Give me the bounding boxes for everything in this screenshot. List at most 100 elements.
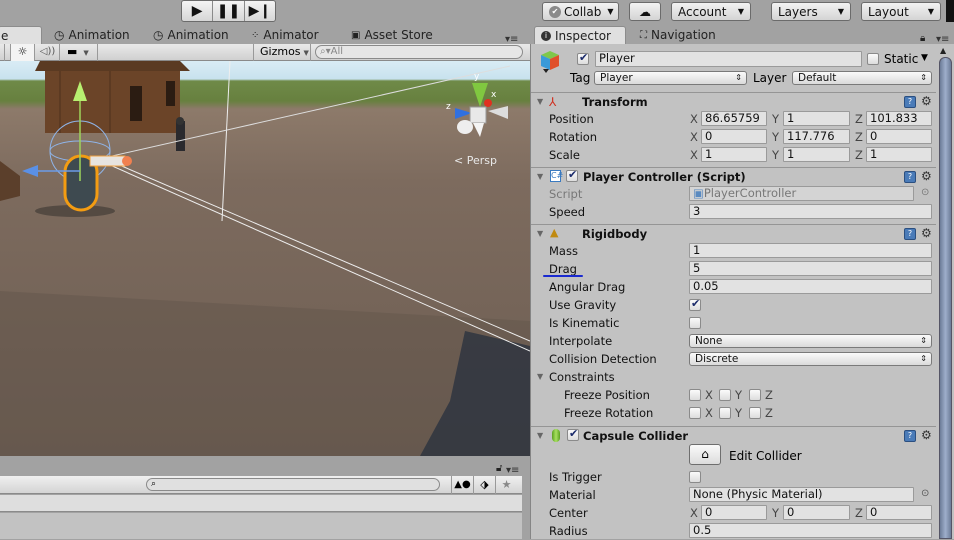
layout-dropdown[interactable]: Layout ▼ [861,2,941,21]
active-checkbox[interactable] [577,51,589,65]
account-dropdown[interactable]: Account ▼ [671,2,751,21]
tab-inspector[interactable]: i Inspector [534,26,626,44]
use-gravity-checkbox[interactable] [689,297,701,311]
filter-type-button[interactable]: ▲● [451,476,473,494]
play-button[interactable]: ▶ [182,1,214,21]
position-z-input[interactable]: 101.833 [866,111,932,126]
radius-input[interactable]: 0.5 [689,523,932,538]
help-icon[interactable]: ? [904,228,916,240]
rotation-y-input[interactable]: 117.776 [783,129,850,144]
freeze-rotation-z-checkbox[interactable] [749,407,761,419]
script-field[interactable]: ▣PlayerController [689,186,914,201]
player-controller-enabled-checkbox[interactable] [566,168,578,182]
rotation-z-input[interactable]: 0 [866,129,932,144]
tab-animation-1[interactable]: ◷ Animation [54,26,130,44]
gear-icon[interactable]: ⚙ [921,94,932,108]
lock-icon[interactable]: 🔓︎ [496,463,502,474]
collab-button[interactable]: ✔ Collab ▼ [542,2,619,21]
collapse-triangle-icon[interactable]: ▼ [537,431,543,440]
scale-z-input[interactable]: 1 [866,147,932,162]
freeze-position-y-checkbox[interactable] [719,389,731,401]
object-name-input[interactable]: Player [595,51,862,67]
step-button[interactable]: ▶❙ [245,1,275,21]
scrollbar-thumb[interactable] [939,57,952,539]
panel-menu-icon[interactable]: ▾≡ [506,465,519,476]
center-x-input[interactable]: 0 [701,505,767,520]
expand-triangle-icon[interactable]: ▼ [537,372,543,381]
center-z-input[interactable]: 0 [866,505,932,520]
edit-collider-label: Edit Collider [729,449,802,463]
gear-icon[interactable]: ⚙ [921,226,932,240]
collapse-triangle-icon[interactable]: ▼ [537,172,543,181]
speed-input[interactable]: 3 [689,204,932,219]
layers-dropdown[interactable]: Layers ▼ [771,2,851,21]
step-icon: ▶❙ [248,3,272,19]
perspective-toggle[interactable]: < Persp [454,154,497,167]
gizmos-dropdown[interactable]: Gizmos ▼ [253,44,311,61]
cloud-button[interactable]: ☁ [629,2,661,21]
audio-toggle[interactable]: ◁)) [36,44,60,61]
player-controller-header[interactable]: ▼ C# Player Controller (Script) ? ⚙ [531,167,937,185]
center-y-input[interactable]: 0 [783,505,850,520]
position-y-input[interactable]: 1 [783,111,850,126]
search-icon: ⌕▾ [320,46,331,57]
filter-label-button[interactable]: ⬗ [473,476,495,494]
angular-drag-input[interactable]: 0.05 [689,279,932,294]
effects-dropdown[interactable]: ▬ ▼ [62,44,98,61]
tab-navigation[interactable]: ⛶ Navigation [640,26,716,44]
transform-header[interactable]: ▼ ⅄ Transform ? ⚙ [531,92,937,110]
collapse-triangle-icon[interactable]: ▼ [537,97,543,106]
project-toolbar: ⌕ ▲● ⬗ ★ [0,476,522,494]
is-kinematic-checkbox[interactable] [689,317,701,329]
freeze-rotation-y-checkbox[interactable] [719,407,731,419]
tab-scene[interactable]: e [0,26,42,44]
object-picker-icon[interactable]: ⊙ [921,187,929,198]
rigidbody-header[interactable]: ▼ ▲ Rigidbody ? ⚙ [531,224,937,242]
constraints-row[interactable]: ▼ Constraints [531,368,937,386]
tab-asset-store[interactable]: ▣ Asset Store [351,26,433,44]
position-x-input[interactable]: 86.65759 [701,111,767,126]
collision-detection-dropdown[interactable]: Discrete [689,352,932,366]
edit-collider-button[interactable]: ⌂ [689,444,721,465]
tab-animator[interactable]: ⁘ Animator [251,26,319,44]
gear-icon[interactable]: ⚙ [921,428,932,442]
capsule-collider-header[interactable]: ▼ Capsule Collider ? ⚙ [531,426,937,444]
is-trigger-checkbox[interactable] [689,471,701,483]
tab-animation-2[interactable]: ◷ Animation [153,26,229,44]
object-picker-icon[interactable]: ⊙ [921,488,929,499]
tag-dropdown[interactable]: Player [594,71,747,85]
freeze-position-z-checkbox[interactable] [749,389,761,401]
scene-search-input[interactable]: ⌕▾All [315,45,523,59]
orientation-gizmo [455,83,508,137]
scene-viewport[interactable]: y x z < Persp [0,61,530,456]
scroll-up-arrow-icon[interactable]: ▲ [940,46,946,55]
static-dropdown-arrow[interactable]: ▼ [921,53,928,63]
lock-icon[interactable]: 🔒︎ [920,33,925,44]
check-circle-icon: ✔ [549,5,561,18]
favorites-button[interactable]: ★ [495,476,517,494]
mass-input[interactable]: 1 [689,243,932,258]
help-icon[interactable]: ? [904,430,916,442]
scale-y-input[interactable]: 1 [783,147,850,162]
layer-dropdown[interactable]: Default [792,71,932,85]
collapse-triangle-icon[interactable]: ▼ [537,229,543,238]
tag-label: Tag [570,71,591,85]
project-search-input[interactable]: ⌕ [146,478,440,491]
rotation-x-input[interactable]: 0 [701,129,767,144]
capsule-collider-enabled-checkbox[interactable] [567,427,579,441]
scale-row: Scale X1 Y1 Z1 [531,146,937,164]
freeze-position-x-checkbox[interactable] [689,389,701,401]
freeze-rotation-x-checkbox[interactable] [689,407,701,419]
interpolate-dropdown[interactable]: None [689,334,932,348]
static-checkbox[interactable] [867,53,879,65]
help-icon[interactable]: ? [904,96,916,108]
scale-x-input[interactable]: 1 [701,147,767,162]
gear-icon[interactable]: ⚙ [921,169,932,183]
lighting-toggle[interactable]: ☼ [10,44,35,61]
clock-icon: ◷ [54,28,65,42]
drag-input[interactable]: 5 [689,261,932,276]
pause-button[interactable]: ❚❚ [213,1,245,21]
search-icon: ⌕ [151,479,157,489]
help-icon[interactable]: ? [904,171,916,183]
material-field[interactable]: None (Physic Material) [689,487,914,502]
